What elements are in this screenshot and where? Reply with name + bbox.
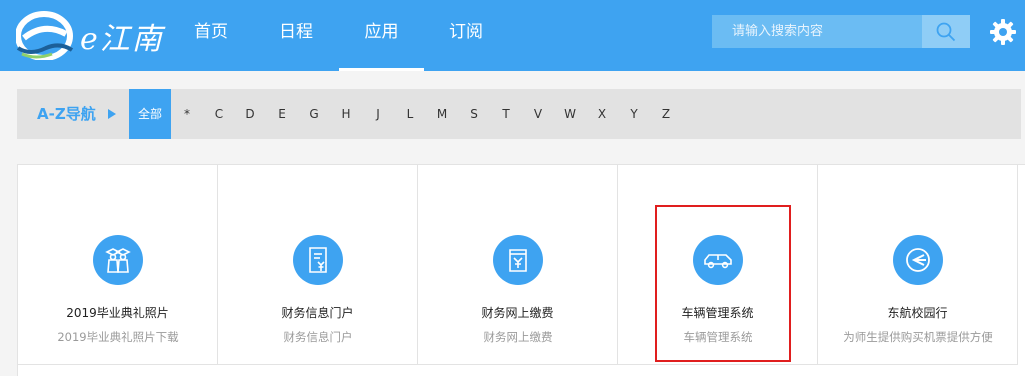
az-filter-letter[interactable]: * xyxy=(177,89,197,139)
app-title: 车辆管理系统 xyxy=(681,306,754,320)
payment-icon xyxy=(493,235,543,285)
az-filter-letter[interactable]: E xyxy=(272,89,292,139)
logo-text: e江南 xyxy=(80,22,164,57)
az-filter-letter[interactable]: G xyxy=(304,89,324,139)
az-nav-title: A-Z导航 xyxy=(37,105,96,123)
logo-mark-icon xyxy=(16,11,74,60)
nav-subscribe[interactable]: 订阅 xyxy=(438,0,494,71)
app-description: 为师生提供购买机票提供方便 xyxy=(843,330,993,344)
gear-icon[interactable] xyxy=(990,19,1016,45)
app-description: 财务网上缴费 xyxy=(483,330,553,344)
search-box xyxy=(712,15,970,48)
app-card[interactable]: 车辆管理系统 车辆管理系统 xyxy=(618,165,818,365)
app-card[interactable]: 2019毕业典礼照片 2019毕业典礼照片下载 xyxy=(18,165,218,365)
search-input[interactable] xyxy=(712,15,922,48)
app-title: 财务信息门户 xyxy=(281,306,354,320)
app-description: 2019毕业典礼照片下载 xyxy=(57,330,179,344)
app-description: 车辆管理系统 xyxy=(683,330,753,344)
az-filter-letter[interactable]: Z xyxy=(656,89,676,139)
app-title: 2019毕业典礼照片 xyxy=(66,306,169,320)
az-filter-letter[interactable]: Y xyxy=(624,89,644,139)
az-filter-letter[interactable]: M xyxy=(432,89,452,139)
az-filter-all[interactable]: 全部 xyxy=(129,89,171,139)
app-title: 东航校园行 xyxy=(887,306,948,320)
nav-apps[interactable]: 应用 xyxy=(339,0,424,71)
az-filter-letter[interactable]: X xyxy=(592,89,612,139)
az-filter-letter[interactable]: J xyxy=(368,89,388,139)
az-filter-letter[interactable]: T xyxy=(496,89,516,139)
az-filter-letter[interactable]: L xyxy=(400,89,420,139)
az-filter-letter[interactable]: D xyxy=(240,89,260,139)
az-filter-letter[interactable]: S xyxy=(464,89,484,139)
az-navigation: A-Z导航 全部 * C D E G H J L M S T V W X Y Z xyxy=(17,89,1021,139)
app-card[interactable]: 东航校园行 为师生提供购买机票提供方便 xyxy=(818,165,1018,365)
nav-schedule[interactable]: 日程 xyxy=(268,0,324,71)
az-filter-letter[interactable]: V xyxy=(528,89,548,139)
az-filter-letter[interactable]: C xyxy=(209,89,229,139)
car-icon xyxy=(693,235,743,285)
graduates-icon xyxy=(93,235,143,285)
finance-document-icon xyxy=(293,235,343,285)
az-filter-letter[interactable]: H xyxy=(336,89,356,139)
az-filter-letter[interactable]: W xyxy=(560,89,580,139)
nav-home[interactable]: 首页 xyxy=(183,0,239,71)
app-card[interactable]: 财务网上缴费 财务网上缴费 xyxy=(418,165,618,365)
airline-icon xyxy=(893,235,943,285)
triangle-right-icon xyxy=(108,109,116,119)
search-icon xyxy=(936,22,956,41)
site-logo[interactable]: e江南 xyxy=(16,8,166,60)
app-card[interactable]: 财务信息门户 财务信息门户 xyxy=(218,165,418,365)
search-button[interactable] xyxy=(922,15,970,48)
app-grid: 2019毕业典礼照片 2019毕业典礼照片下载 财务信息门户 财务信息门户 财务… xyxy=(17,164,1025,376)
app-description: 财务信息门户 xyxy=(283,330,353,344)
app-title: 财务网上缴费 xyxy=(481,306,554,320)
top-header: e江南 首页 日程 应用 订阅 xyxy=(0,0,1025,71)
